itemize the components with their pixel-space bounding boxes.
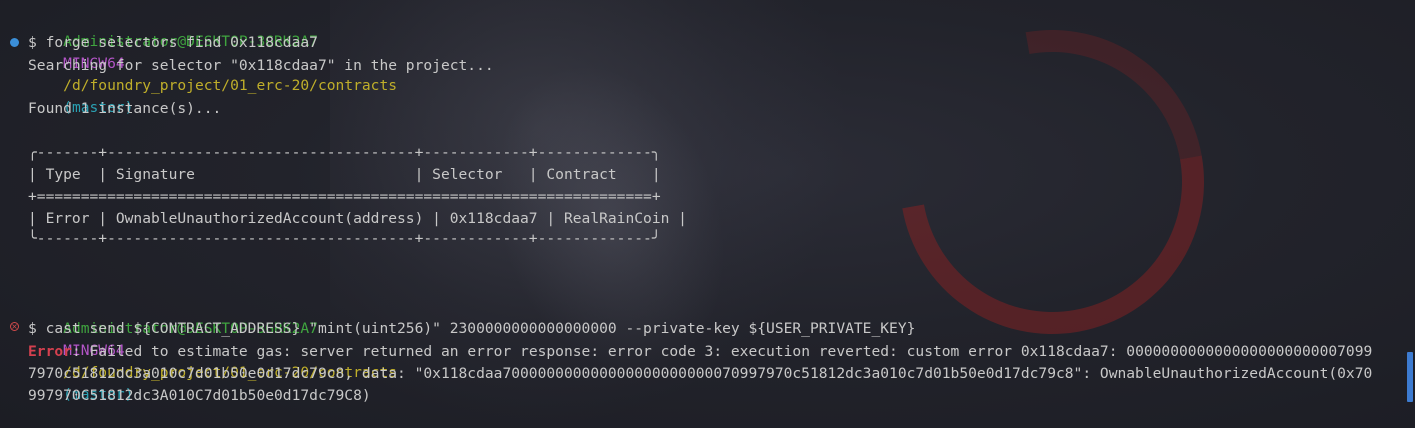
error-message-line: 997970C51812dc3A010C7d01b50e0d17dc79C8) [28,387,371,404]
error-message-line: Error: Failed to estimate gas: server re… [28,341,1372,363]
error-label: Error [28,343,72,360]
table-top-border: ╭-------+-------------------------------… [28,144,661,161]
prompt-path: /d/foundry_project/01_erc-20/contracts [63,77,398,94]
error-message-text: : Failed to estimate gas: server returne… [71,343,1373,360]
command-success-marker-icon[interactable] [10,38,19,47]
table-bottom-border: ╰-------+-------------------------------… [28,230,661,247]
table-row: | Error | OwnableUnauthorizedAccount(add… [28,210,687,227]
table-separator: +=======================================… [28,188,661,205]
terminal-window[interactable]: Administrator@DESKTOP-3GRK2A7 MINGW64 /d… [0,0,1415,428]
table-header: | Type | Signature | Selector | Contract… [28,166,661,183]
output-found: Found 1 instance(s)... [28,100,222,117]
scrollbar-thumb[interactable] [1407,352,1413,402]
prompt-line: Administrator@DESKTOP-3GRK2A7 MINGW64 /d… [28,9,397,116]
command-error-marker-icon[interactable]: × [10,322,19,331]
prompt-line: Administrator@DESKTOP-3GRK2A7 MINGW64 /d… [28,296,397,403]
command-line: $ cast send ${CONTRACT_ADDRESS} "mint(ui… [28,320,916,337]
command-line: $ forge selectors find 0x118cdaa7 [28,34,318,51]
error-message-line: 7970c51812dc3a010c7d01b50e0d17dc79c8, da… [28,365,1373,382]
output-searching: Searching for selector "0x118cdaa7" in t… [28,57,494,74]
